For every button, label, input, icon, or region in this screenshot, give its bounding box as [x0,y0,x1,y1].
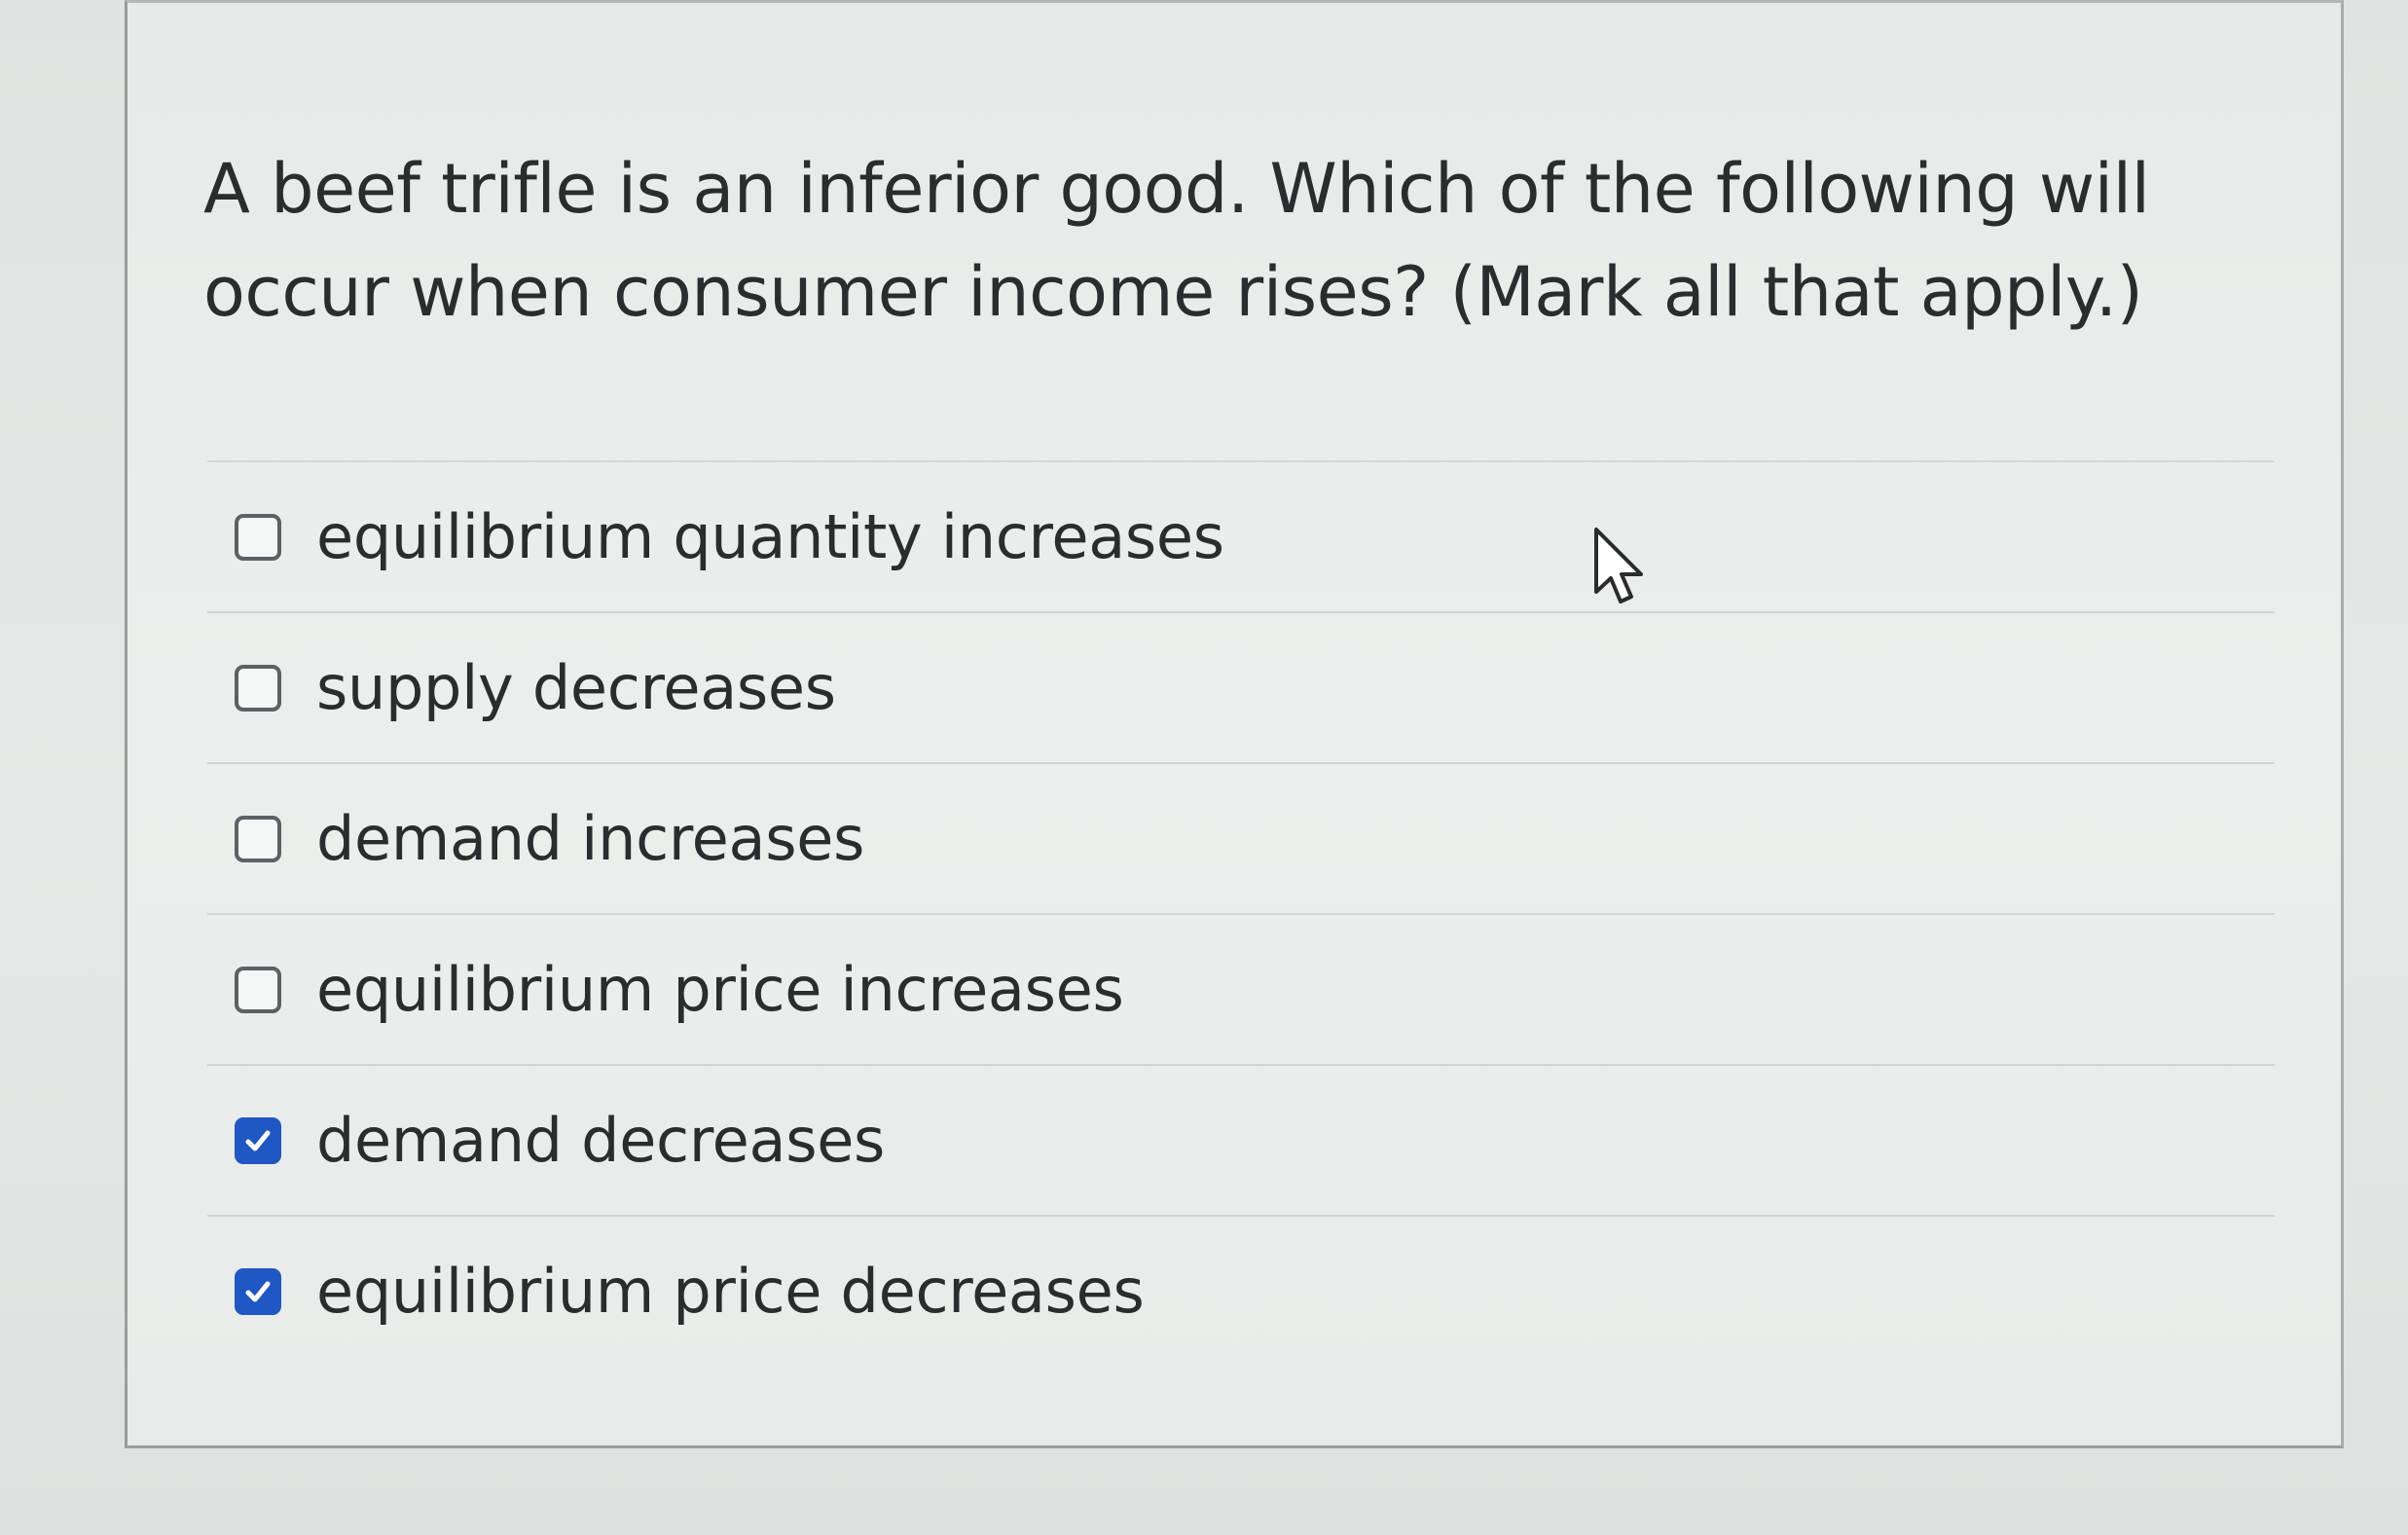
option-equilibrium-price-increases[interactable]: equilibrium price increases [207,915,2275,1066]
option-supply-decreases[interactable]: supply decreases [207,613,2275,764]
option-label: equilibrium price decreases [316,1255,1145,1327]
checkbox[interactable] [235,664,281,712]
option-label: demand increases [316,802,865,874]
checkbox[interactable] [235,815,281,862]
answer-options: equilibrium quantity increases supply de… [207,460,2275,1366]
question-card: A beef trifle is an inferior good. Which… [125,0,2344,1448]
mouse-pointer-icon [1594,528,1643,603]
checkbox[interactable] [235,1116,281,1164]
check-icon [245,1281,271,1301]
option-equilibrium-quantity-increases[interactable]: equilibrium quantity increases [207,462,2275,613]
option-label: equilibrium quantity increases [316,500,1224,572]
screen: A beef trifle is an inferior good. Which… [0,0,2408,1535]
option-equilibrium-price-decreases[interactable]: equilibrium price decreases [207,1217,2275,1366]
option-demand-decreases[interactable]: demand decreases [207,1066,2275,1217]
option-label: demand decreases [316,1104,886,1176]
option-demand-increases[interactable]: demand increases [207,764,2275,915]
option-label: supply decreases [316,651,836,723]
checkbox[interactable] [235,966,281,1013]
option-label: equilibrium price increases [316,953,1124,1025]
check-icon [245,1130,271,1151]
checkbox[interactable] [235,513,281,561]
checkbox[interactable] [235,1267,281,1315]
question-text: A beef trifle is an inferior good. Which… [203,149,2150,332]
